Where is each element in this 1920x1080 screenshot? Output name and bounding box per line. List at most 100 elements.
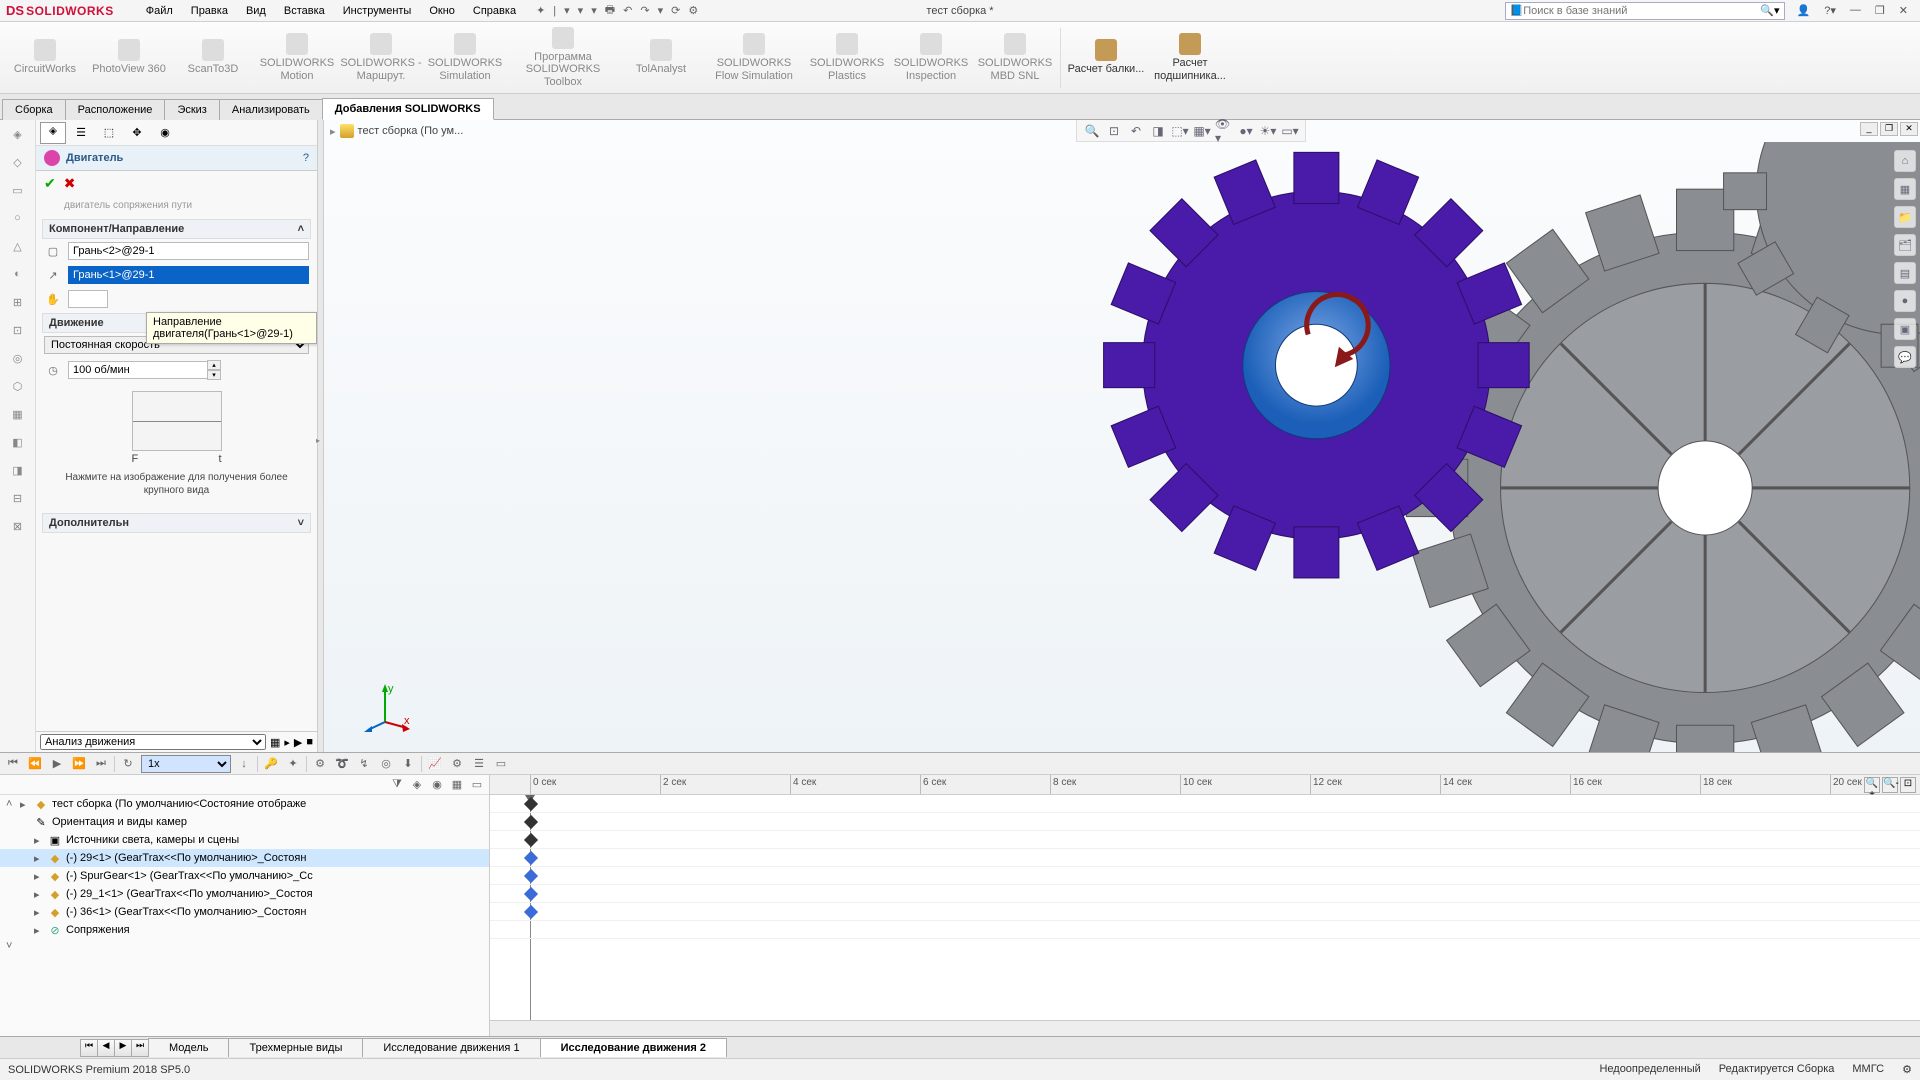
search-icon[interactable]: 🔍▾ (1760, 4, 1779, 17)
forum-icon[interactable]: 💬 (1894, 346, 1916, 368)
timeline-ruler[interactable]: 0 сек2 сек4 сек6 сек8 сек10 сек12 сек14 … (490, 775, 1920, 795)
timeline-scrollbar[interactable] (490, 1020, 1920, 1036)
timeline-body[interactable] (490, 795, 1920, 1020)
nav-last-icon[interactable]: ⏭ (131, 1039, 149, 1057)
view4-icon[interactable]: ▭ (469, 777, 485, 793)
restore-icon[interactable]: ❐ (1871, 4, 1889, 17)
zoom-in-icon[interactable]: 🔍+ (1864, 777, 1880, 793)
relative-input[interactable] (68, 290, 108, 308)
view1-icon[interactable]: ◈ (409, 777, 425, 793)
menu-insert[interactable]: Вставка (276, 3, 333, 19)
relative-icon[interactable]: ✋ (44, 290, 62, 308)
appearance-pane-icon[interactable]: ● (1894, 290, 1916, 312)
menu-view[interactable]: Вид (238, 3, 274, 19)
addkey-icon[interactable]: ✦ (284, 755, 302, 773)
autokey-icon[interactable]: 🔑 (262, 755, 280, 773)
nav-prev-icon[interactable]: ◀ (97, 1039, 115, 1057)
ribbon-photoview[interactable]: PhotoView 360 (88, 25, 170, 91)
loop-icon[interactable]: ↻ (119, 755, 137, 773)
zoom-area-icon[interactable]: ⊡ (1105, 122, 1123, 140)
tree-comp-29-1[interactable]: ▸◆(-) 29_1<1> (GearTrax<<По умолчанию>_С… (0, 885, 489, 903)
ribbon-toolbox[interactable]: Программа SOLIDWORKS Toolbox (508, 25, 618, 91)
expand-all-icon[interactable]: ˅ (6, 940, 16, 952)
tree-lights[interactable]: ▸▣Источники света, камеры и сцены (0, 831, 489, 849)
pm-tab-decal[interactable]: ◉ (152, 122, 178, 144)
home-icon[interactable]: ⌂ (1894, 150, 1916, 172)
tree-comp-29[interactable]: ▸◆(-) 29<1> (GearTrax<<По умолчанию>_Сос… (0, 849, 489, 867)
props-tb-icon[interactable]: ⚙ (448, 755, 466, 773)
hide-show-icon[interactable]: 👁▾ (1215, 122, 1233, 140)
lt-icon[interactable]: ▦ (8, 404, 28, 424)
user-icon[interactable]: 👤 (1793, 4, 1815, 17)
view2-icon[interactable]: ◉ (429, 777, 445, 793)
select-icon[interactable]: ▾ (658, 4, 664, 17)
tab-addins[interactable]: Добавления SOLIDWORKS (322, 98, 494, 120)
skip-end-icon[interactable]: ⏭ (92, 755, 110, 773)
chevron-down-icon[interactable]: ˅ (298, 517, 304, 529)
ribbon-plastics[interactable]: SOLIDWORKS Plastics (806, 25, 888, 91)
view-palette-icon[interactable]: ▤ (1894, 262, 1916, 284)
cancel-button[interactable]: ✖ (64, 175, 76, 192)
ribbon-simulation[interactable]: SOLIDWORKS Simulation (424, 25, 506, 91)
study-type-select[interactable]: Анализ движения (40, 734, 266, 750)
lt-icon[interactable]: ○ (8, 208, 28, 228)
collapse-tb-icon[interactable]: ▭ (492, 755, 510, 773)
pm-tab-feature[interactable]: 🞛 (40, 122, 66, 144)
lt-icon[interactable]: ⊞ (8, 292, 28, 312)
component-face-input[interactable] (68, 242, 309, 260)
chevron-up-icon[interactable]: ˄ (298, 223, 304, 235)
contact-tb-icon[interactable]: ◎ (377, 755, 395, 773)
render-icon[interactable]: ▭▾ (1281, 122, 1299, 140)
spin-down[interactable]: ▾ (207, 370, 221, 380)
zoom-fit-tl-icon[interactable]: ⊡ (1900, 777, 1916, 793)
undo-icon[interactable]: ↶ (623, 4, 632, 17)
options-icon[interactable]: ⚙ (688, 4, 698, 17)
lt-icon[interactable]: ◧ (8, 432, 28, 452)
nav-first-icon[interactable]: ⏮ (80, 1039, 98, 1057)
tab-evaluate[interactable]: Анализировать (219, 99, 323, 120)
skip-back-icon[interactable]: ⏪ (26, 755, 44, 773)
direction-face-input[interactable] (68, 266, 309, 284)
zoom-fit-icon[interactable]: 🔍 (1083, 122, 1101, 140)
display-style-icon[interactable]: ▦▾ (1193, 122, 1211, 140)
group-extra[interactable]: Дополнительн˅ (42, 513, 311, 533)
resources-icon[interactable]: ▦ (1894, 178, 1916, 200)
menu-file[interactable]: Файл (138, 3, 181, 19)
pm-tab-config[interactable]: ☰ (68, 122, 94, 144)
print-icon[interactable]: 🖶 (605, 1, 615, 20)
menu-window[interactable]: Окно (421, 3, 463, 19)
explorer-icon[interactable]: 🗂 (1894, 234, 1916, 256)
ribbon-beam[interactable]: Расчет балки... (1065, 25, 1147, 91)
lt-icon[interactable]: ◇ (8, 152, 28, 172)
pin-icon[interactable]: ✦ (536, 4, 545, 17)
force-tb-icon[interactable]: ↯ (355, 755, 373, 773)
tree-comp-36[interactable]: ▸◆(-) 36<1> (GearTrax<<По умолчанию>_Сос… (0, 903, 489, 921)
lt-icon[interactable]: ◈ (8, 124, 28, 144)
group-component-direction[interactable]: Компонент/Направление˄ (42, 219, 311, 239)
tab-study1[interactable]: Исследование движения 1 (362, 1038, 540, 1057)
tab-study2[interactable]: Исследование движения 2 (540, 1038, 727, 1057)
ok-button[interactable]: ✔ (44, 175, 56, 192)
help-icon[interactable]: ?▾ (1820, 4, 1840, 17)
tab-3dviews[interactable]: Трехмерные виды (228, 1038, 363, 1057)
search-input[interactable] (1523, 5, 1760, 17)
ribbon-mbd[interactable]: SOLIDWORKS MBD SNL (974, 25, 1056, 91)
lt-icon[interactable]: ◎ (8, 348, 28, 368)
spin-up[interactable]: ▴ (207, 360, 221, 370)
tree-root[interactable]: ˄▸◆тест сборка (По умолчанию<Состояние о… (0, 795, 489, 813)
ribbon-circuitworks[interactable]: CircuitWorks (4, 25, 86, 91)
prev-view-icon[interactable]: ↶ (1127, 122, 1145, 140)
stop-icon[interactable]: ■ (306, 736, 313, 748)
save-icon[interactable]: ▾ (591, 4, 597, 17)
save-anim-icon[interactable]: ↓ (235, 755, 253, 773)
timeline[interactable]: 0 сек2 сек4 сек6 сек8 сек10 сек12 сек14 … (490, 775, 1920, 1036)
skip-fwd-icon[interactable]: ⏩ (70, 755, 88, 773)
play-icon[interactable]: ▶ (48, 755, 66, 773)
ribbon-tolanalyst[interactable]: TolAnalyst (620, 25, 702, 91)
filter-icon[interactable]: ⧩ (389, 777, 405, 793)
open-icon[interactable]: ▾ (578, 4, 584, 17)
view3-icon[interactable]: ▦ (449, 777, 465, 793)
pm-help-icon[interactable]: ? (303, 152, 309, 164)
section-icon[interactable]: ◨ (1149, 122, 1167, 140)
menu-tools[interactable]: Инструменты (335, 3, 420, 19)
